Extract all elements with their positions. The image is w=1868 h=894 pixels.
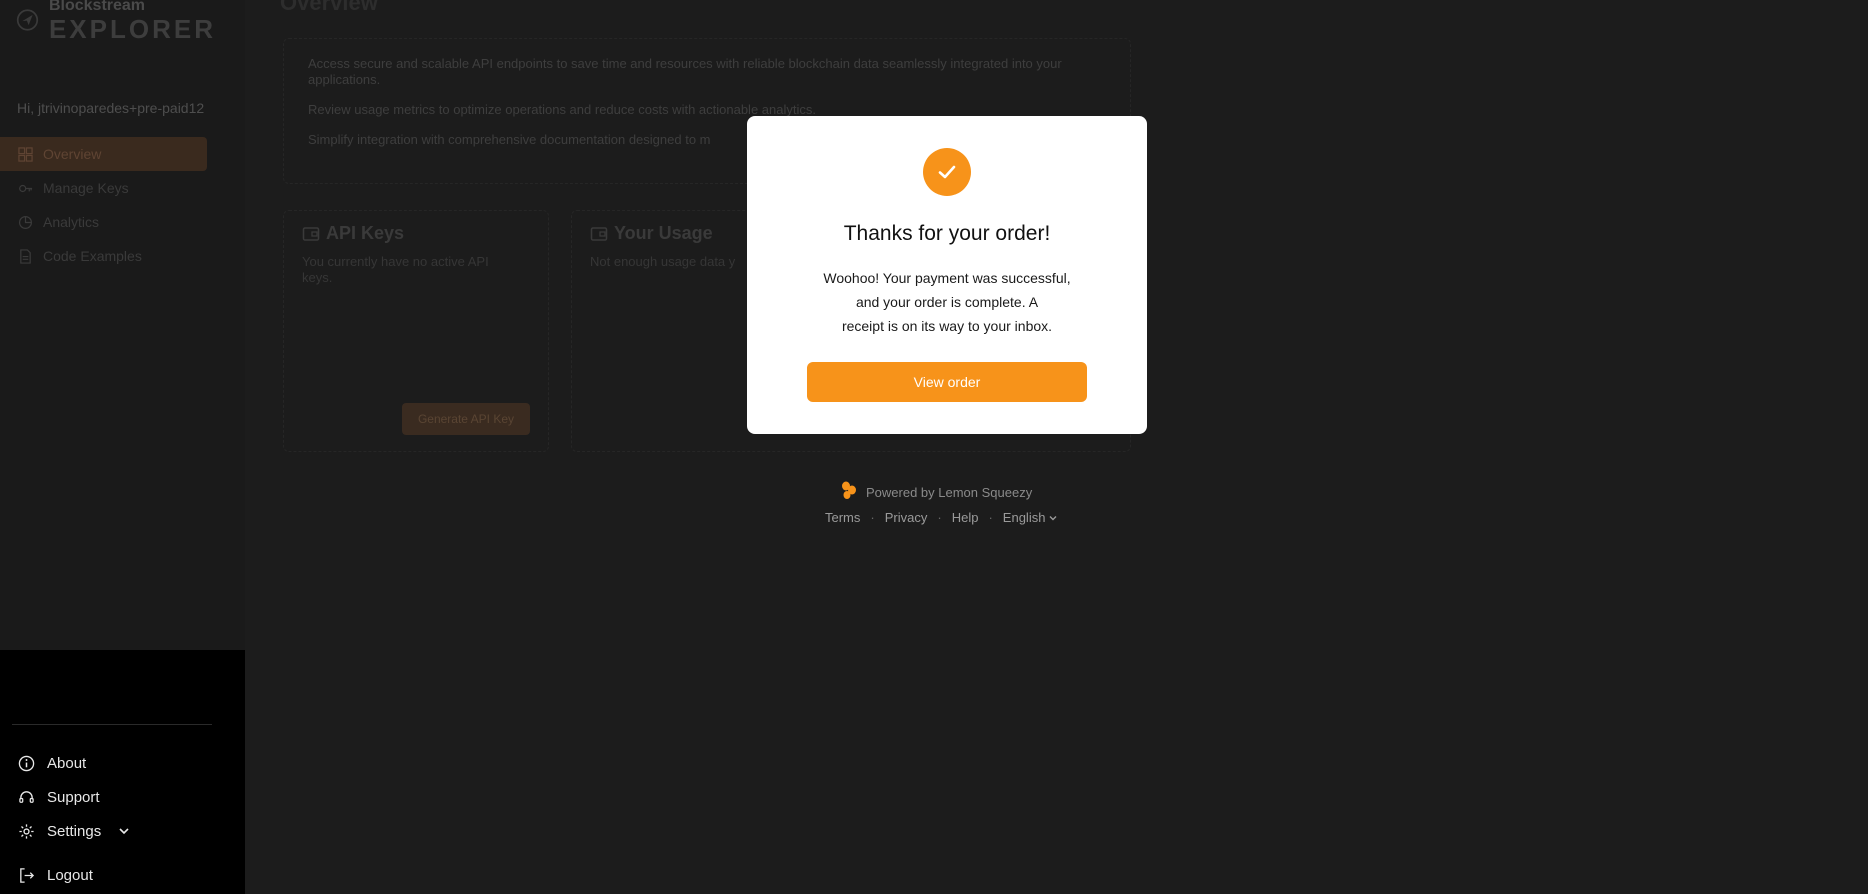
modal-message-line: Woohoo! Your payment was successful,: [823, 270, 1071, 286]
modal-message-line: and your order is complete. A: [855, 294, 1039, 310]
modal-message-line: receipt is on its way to your inbox.: [841, 318, 1053, 334]
view-order-button[interactable]: View order: [807, 362, 1087, 402]
success-check-icon: [923, 148, 971, 196]
modal-message: Woohoo! Your payment was successful, and…: [811, 266, 1083, 338]
order-confirmation-modal: Thanks for your order! Woohoo! Your paym…: [747, 116, 1147, 434]
modal-title: Thanks for your order!: [843, 222, 1051, 245]
